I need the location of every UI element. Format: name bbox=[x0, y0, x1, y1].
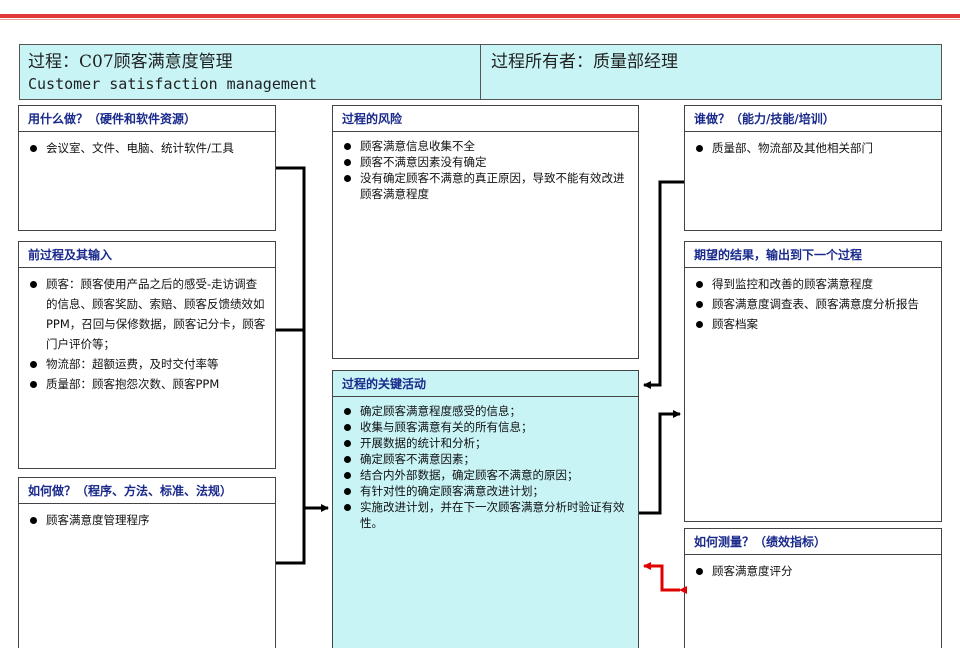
process-owner-cell: 过程所有者：质量部经理 bbox=[481, 45, 941, 99]
outputs-title: 期望的结果，输出到下一个过程 bbox=[685, 242, 941, 268]
list-item: 物流部：超额运费，及时交付率等 bbox=[29, 354, 267, 374]
outputs-box: 期望的结果，输出到下一个过程 得到监控和改善的顾客满意程度 顾客满意度调查表、顾… bbox=[684, 241, 942, 522]
list-item: 顾客：顾客使用产品之后的感受-走访调查的信息、顾客奖励、索赔、顾客反馈绩效如PP… bbox=[29, 274, 267, 354]
inputs-box: 前过程及其输入 顾客：顾客使用产品之后的感受-走访调查的信息、顾客奖励、索赔、顾… bbox=[18, 241, 276, 469]
list-item: 没有确定顾客不满意的真正原因，导致不能有效改进顾客满意程度 bbox=[343, 170, 630, 202]
methods-box: 如何做？（程序、方法、标准、法规） 顾客满意度管理程序 bbox=[18, 477, 276, 648]
list-item: 有针对性的确定顾客满意改进计划； bbox=[343, 483, 630, 499]
activities-list: 确定顾客满意程度感受的信息； 收集与顾客满意有关的所有信息； 开展数据的统计和分… bbox=[333, 397, 638, 531]
list-item: 顾客满意度评分 bbox=[695, 561, 933, 581]
activities-title: 过程的关键活动 bbox=[333, 371, 638, 397]
top-rule bbox=[0, 14, 960, 18]
process-owner: 过程所有者：质量部经理 bbox=[491, 52, 678, 72]
list-item: 实施改进计划，并在下一次顾客满意分析时验证有效性。 bbox=[343, 499, 630, 531]
list-item: 质量部、物流部及其他相关部门 bbox=[695, 138, 933, 158]
list-item: 顾客满意信息收集不全 bbox=[343, 138, 630, 154]
process-name-english: Customer satisfaction management bbox=[28, 75, 317, 93]
outputs-list: 得到监控和改善的顾客满意程度 顾客满意度调查表、顾客满意度分析报告 顾客档案 bbox=[685, 268, 941, 334]
connector-who bbox=[643, 180, 684, 389]
resources-box: 用什么做？（硬件和软件资源） 会议室、文件、电脑、统计软件/工具 bbox=[18, 105, 276, 231]
list-item: 确定顾客不满意因素； bbox=[343, 451, 630, 467]
inputs-title: 前过程及其输入 bbox=[19, 242, 275, 268]
list-item: 结合内外部数据，确定顾客不满意的原因； bbox=[343, 467, 630, 483]
list-item: 得到监控和改善的顾客满意程度 bbox=[695, 274, 933, 294]
list-item: 收集与顾客满意有关的所有信息； bbox=[343, 419, 630, 435]
process-name-cell: 过程：C07顾客满意度管理 Customer satisfaction mana… bbox=[20, 45, 481, 99]
risks-list: 顾客满意信息收集不全 顾客不满意因素没有确定 没有确定顾客不满意的真正原因，导致… bbox=[333, 132, 638, 202]
connector-outputs bbox=[639, 410, 681, 515]
process-name: 过程：C07顾客满意度管理 bbox=[28, 52, 233, 72]
who-list: 质量部、物流部及其他相关部门 bbox=[685, 132, 941, 158]
connector-measure bbox=[643, 562, 687, 594]
process-header: 过程：C07顾客满意度管理 Customer satisfaction mana… bbox=[19, 44, 942, 100]
list-item: 确定顾客满意程度感受的信息； bbox=[343, 403, 630, 419]
connector-resources bbox=[276, 166, 306, 565]
list-item: 开展数据的统计和分析； bbox=[343, 435, 630, 451]
measure-box: 如何测量？（绩效指标） 顾客满意度评分 bbox=[684, 528, 942, 648]
list-item: 质量部：顾客抱怨次数、顾客PPM bbox=[29, 374, 267, 394]
top-rule-thin bbox=[0, 19, 960, 20]
list-item: 顾客满意度调查表、顾客满意度分析报告 bbox=[695, 294, 933, 314]
list-item: 顾客不满意因素没有确定 bbox=[343, 154, 630, 170]
inputs-list: 顾客：顾客使用产品之后的感受-走访调查的信息、顾客奖励、索赔、顾客反馈绩效如PP… bbox=[19, 268, 275, 394]
resources-title: 用什么做？（硬件和软件资源） bbox=[19, 106, 275, 132]
who-box: 谁做？（能力/技能/培训） 质量部、物流部及其他相关部门 bbox=[684, 105, 942, 231]
risks-title: 过程的风险 bbox=[333, 106, 638, 132]
list-item: 顾客档案 bbox=[695, 314, 933, 334]
activities-box: 过程的关键活动 确定顾客满意程度感受的信息； 收集与顾客满意有关的所有信息； 开… bbox=[332, 370, 639, 648]
list-item: 会议室、文件、电脑、统计软件/工具 bbox=[29, 138, 267, 158]
methods-title: 如何做？（程序、方法、标准、法规） bbox=[19, 478, 275, 504]
measure-title: 如何测量？（绩效指标） bbox=[685, 529, 941, 555]
list-item: 顾客满意度管理程序 bbox=[29, 510, 267, 530]
methods-list: 顾客满意度管理程序 bbox=[19, 504, 275, 530]
risks-box: 过程的风险 顾客满意信息收集不全 顾客不满意因素没有确定 没有确定顾客不满意的真… bbox=[332, 105, 639, 359]
resources-list: 会议室、文件、电脑、统计软件/工具 bbox=[19, 132, 275, 158]
who-title: 谁做？（能力/技能/培训） bbox=[685, 106, 941, 132]
measure-list: 顾客满意度评分 bbox=[685, 555, 941, 581]
